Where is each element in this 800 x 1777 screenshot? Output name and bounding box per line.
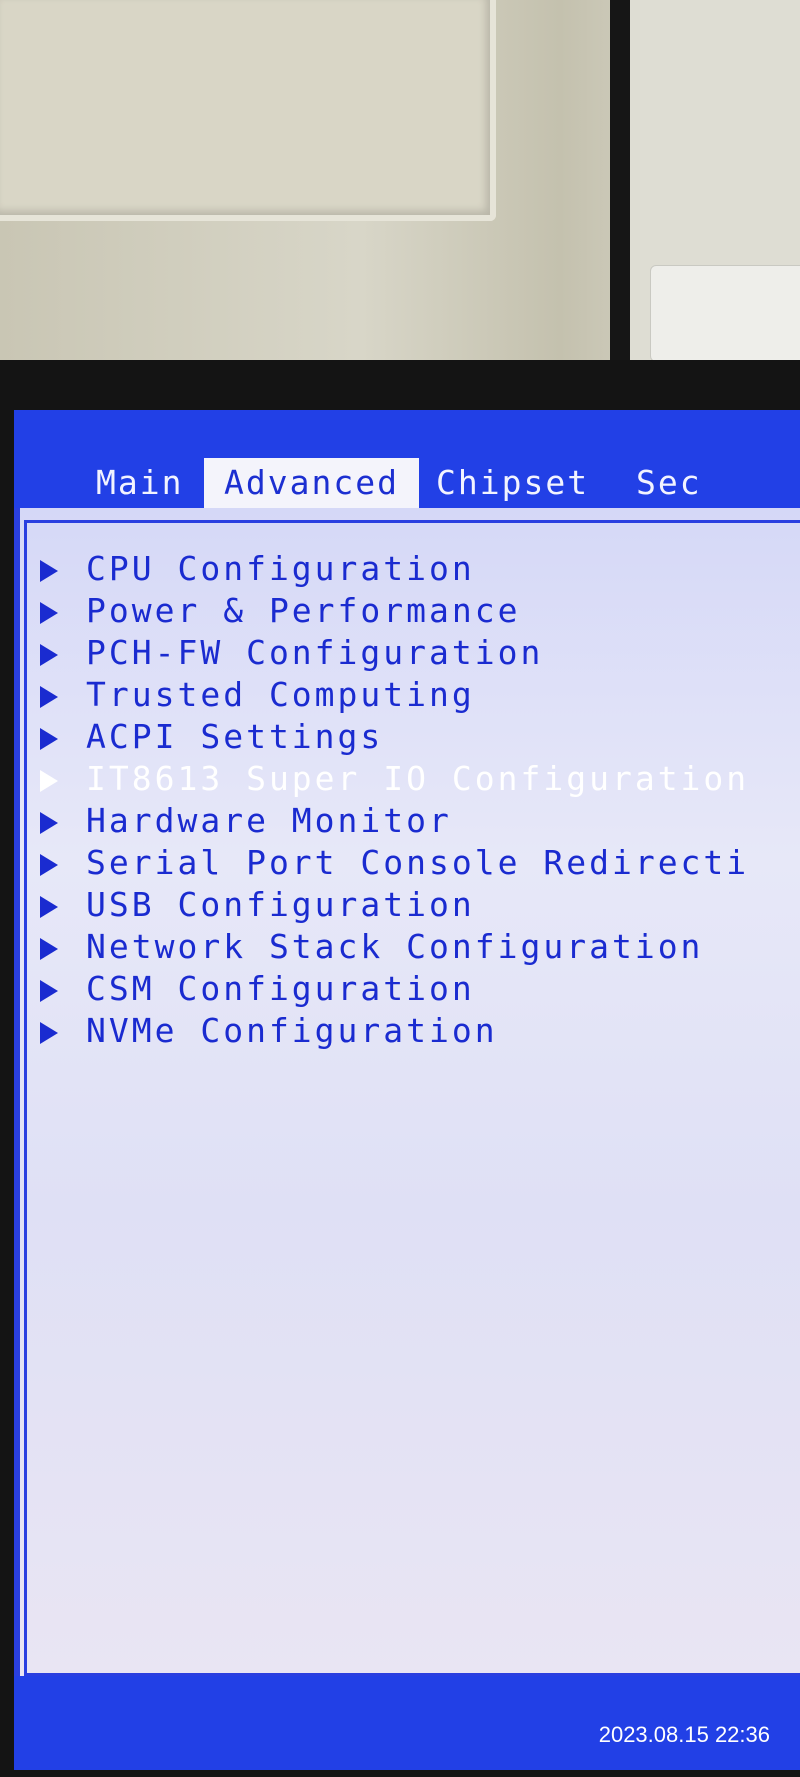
cabinet-door xyxy=(0,0,496,221)
submenu-arrow-icon xyxy=(40,559,58,582)
menu-panel: CPU Configuration Power & Performance PC… xyxy=(20,508,800,1676)
submenu-arrow-icon xyxy=(40,1021,58,1044)
submenu-arrow-icon xyxy=(40,937,58,960)
submenu-arrow-icon xyxy=(40,727,58,750)
submenu-arrow-icon xyxy=(40,979,58,1002)
bios-screen: Main Advanced Chipset Sec CPU Configurat… xyxy=(14,410,800,1770)
submenu-arrow-icon xyxy=(40,811,58,834)
submenu-arrow-icon xyxy=(40,643,58,666)
tab-chipset[interactable]: Chipset xyxy=(436,458,589,508)
menu-item-csm-configuration[interactable]: CSM Configuration xyxy=(36,968,475,1010)
submenu-arrow-icon xyxy=(40,685,58,708)
menu-item-cpu-configuration[interactable]: CPU Configuration xyxy=(36,548,475,590)
menu-item-network-stack-configuration[interactable]: Network Stack Configuration xyxy=(36,926,703,968)
wall-outlet xyxy=(650,265,800,362)
submenu-arrow-icon xyxy=(40,769,58,792)
menu-item-nvme-configuration[interactable]: NVMe Configuration xyxy=(36,1010,498,1052)
menu-item-usb-configuration[interactable]: USB Configuration xyxy=(36,884,475,926)
menu-item-serial-port-console-redirection[interactable]: Serial Port Console Redirecti xyxy=(36,842,749,884)
tab-main[interactable]: Main xyxy=(96,458,183,508)
menu-item-super-io-configuration[interactable]: IT8613 Super IO Configuration xyxy=(36,758,749,800)
menu-item-trusted-computing[interactable]: Trusted Computing xyxy=(36,674,475,716)
submenu-arrow-icon xyxy=(40,895,58,918)
menu-item-pch-fw-configuration[interactable]: PCH-FW Configuration xyxy=(36,632,543,674)
menu-item-power-performance[interactable]: Power & Performance xyxy=(36,590,521,632)
tab-advanced[interactable]: Advanced xyxy=(204,458,419,508)
cabinet-edge xyxy=(610,0,630,380)
menu-item-acpi-settings[interactable]: ACPI Settings xyxy=(36,716,383,758)
photo-timestamp: 2023.08.15 22:36 xyxy=(598,1722,770,1747)
submenu-arrow-icon xyxy=(40,853,58,876)
tab-security[interactable]: Sec xyxy=(636,458,702,508)
submenu-arrow-icon xyxy=(40,601,58,624)
menu-item-hardware-monitor[interactable]: Hardware Monitor xyxy=(36,800,452,842)
bottom-bar: 2023.08.15 22:36 xyxy=(14,1676,800,1770)
tab-bar: Main Advanced Chipset Sec xyxy=(14,410,800,508)
